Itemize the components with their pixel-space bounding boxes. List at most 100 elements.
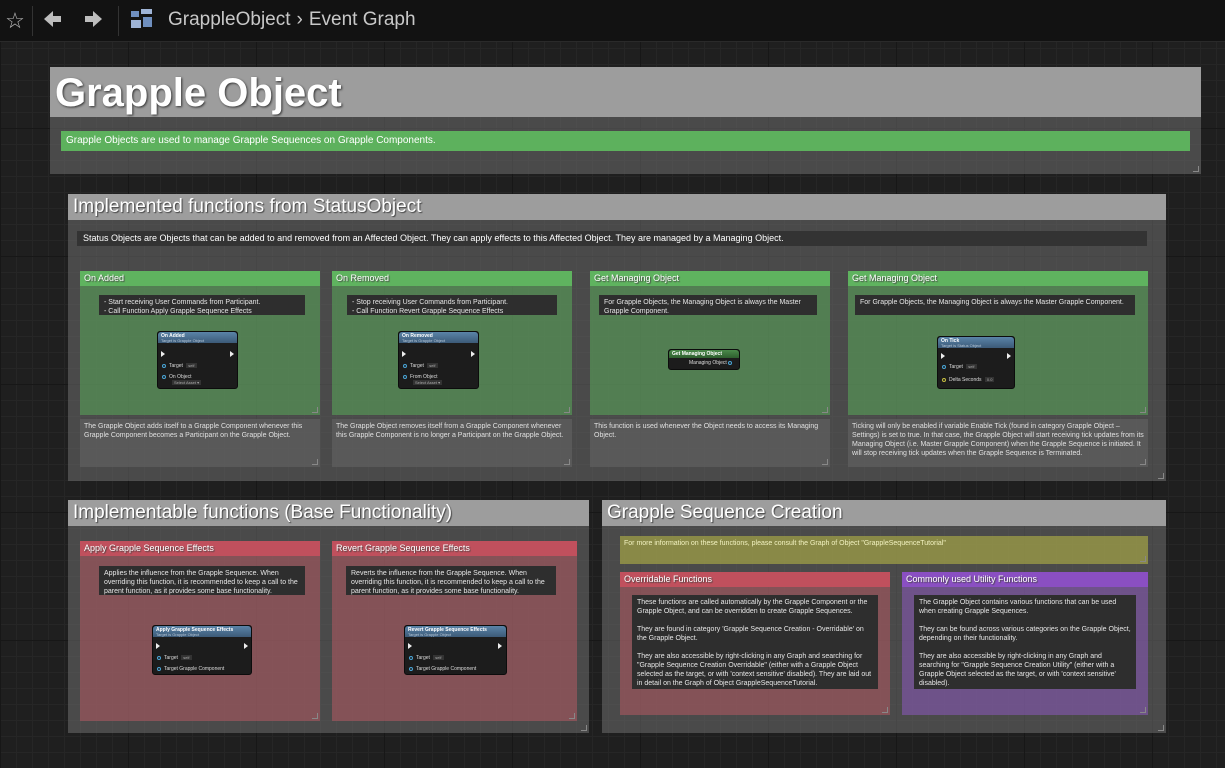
event-node-on-removed[interactable]: On Removed Target is Grapple Object Targe… bbox=[398, 331, 479, 389]
resize-handle[interactable] bbox=[569, 713, 575, 719]
card-revert-grapple-sequence-effects[interactable]: Revert Grapple Sequence Effects Reverts … bbox=[332, 541, 577, 721]
resize-handle[interactable] bbox=[1140, 556, 1146, 562]
resize-handle[interactable] bbox=[1193, 166, 1199, 172]
target-pin[interactable]: Target self bbox=[157, 655, 192, 661]
resize-handle[interactable] bbox=[1140, 459, 1146, 465]
function-node-apply-effects[interactable]: Apply Grapple Sequence Effects Target is … bbox=[152, 625, 252, 675]
resize-handle[interactable] bbox=[312, 459, 318, 465]
function-node-get-managing-object[interactable]: Get Managing Object Managing Object bbox=[668, 349, 740, 370]
note-paragraph: They are found in category 'Grapple Sequ… bbox=[637, 626, 864, 642]
card-on-removed[interactable]: On Removed - Stop receiving User Command… bbox=[332, 271, 572, 415]
node-header: Revert Grapple Sequence Effects Target is… bbox=[405, 626, 506, 637]
resize-handle[interactable] bbox=[1140, 707, 1146, 713]
exec-out-pin[interactable] bbox=[244, 643, 248, 649]
exec-in-pin[interactable] bbox=[408, 643, 412, 649]
card-note: These functions are called automatically… bbox=[632, 595, 878, 689]
card-title: Apply Grapple Sequence Effects bbox=[80, 541, 320, 556]
exec-out-pin[interactable] bbox=[230, 351, 234, 357]
note-line: - Call Function Revert Grapple Sequence … bbox=[352, 308, 504, 315]
card-description: This function is used whenever the Objec… bbox=[594, 423, 819, 439]
target-grapple-component-pin[interactable]: Target Grapple Component bbox=[157, 666, 224, 672]
card-note: Applies the influence from the Grapple S… bbox=[99, 566, 305, 595]
card-desc-box[interactable]: The Grapple Object removes itself from a… bbox=[332, 419, 572, 467]
card-description: Ticking will only be enabled if variable… bbox=[852, 423, 1144, 457]
card-note: - Start receiving User Commands from Par… bbox=[99, 295, 305, 315]
resize-handle[interactable] bbox=[1158, 473, 1164, 479]
exec-in-pin[interactable] bbox=[156, 643, 160, 649]
comment-implementable-functions[interactable]: Implementable functions (Base Functional… bbox=[68, 500, 589, 733]
target-pin[interactable]: Target self bbox=[162, 363, 197, 369]
node-title: Get Managing Object bbox=[672, 351, 723, 357]
card-overridable-functions[interactable]: Overridable Functions These functions ar… bbox=[620, 572, 890, 715]
node-header: On Tick Target is Status Object bbox=[938, 337, 1014, 348]
card-note: Reverts the influence from the Grapple S… bbox=[346, 566, 556, 595]
card-on-tick[interactable]: Get Managing Object For Grapple Objects,… bbox=[848, 271, 1148, 415]
target-pin[interactable]: Target self bbox=[409, 655, 444, 661]
note-paragraph: They are also accessible by right-clicki… bbox=[637, 653, 872, 687]
card-desc-box[interactable]: The Grapple Object adds itself to a Grap… bbox=[80, 419, 320, 467]
note-paragraph: They are also accessible by right-clicki… bbox=[919, 653, 1116, 687]
exec-in-pin[interactable] bbox=[941, 353, 945, 359]
card-desc-box[interactable]: This function is used whenever the Objec… bbox=[590, 419, 830, 467]
exec-out-pin[interactable] bbox=[471, 351, 475, 357]
breadcrumb-current[interactable]: Event Graph bbox=[309, 9, 416, 30]
resize-handle[interactable] bbox=[822, 459, 828, 465]
exec-in-pin[interactable] bbox=[402, 351, 406, 357]
resize-handle[interactable] bbox=[581, 725, 587, 731]
object-pin[interactable]: From Object Select Asset ▾ bbox=[403, 374, 443, 386]
card-get-managing-object[interactable]: Get Managing Object For Grapple Objects,… bbox=[590, 271, 830, 415]
comment-implemented-functions[interactable]: Implemented functions from StatusObject … bbox=[68, 194, 1166, 481]
object-pin[interactable]: On Object Select Asset ▾ bbox=[162, 374, 202, 386]
resize-handle[interactable] bbox=[564, 459, 570, 465]
event-node-on-added[interactable]: On Added Target is Grapple Object Target … bbox=[157, 331, 238, 389]
resize-handle[interactable] bbox=[822, 407, 828, 413]
note-paragraph: They can be found across various categor… bbox=[919, 626, 1131, 642]
node-subtitle: Target is Grapple Object bbox=[402, 338, 446, 343]
card-on-added[interactable]: On Added - Start receiving User Commands… bbox=[80, 271, 320, 415]
yellow-info-box[interactable]: For more information on these functions,… bbox=[620, 536, 1148, 564]
node-subtitle: Target is Grapple Object bbox=[156, 632, 200, 637]
card-note: For Grapple Objects, the Managing Object… bbox=[855, 295, 1135, 315]
resize-handle[interactable] bbox=[882, 707, 888, 713]
resize-handle[interactable] bbox=[564, 407, 570, 413]
star-icon[interactable]: ☆ bbox=[3, 8, 27, 34]
exec-in-pin[interactable] bbox=[161, 351, 165, 357]
comment-grapple-object[interactable]: Grapple Object Grapple Objects are used … bbox=[50, 67, 1201, 174]
resize-handle[interactable] bbox=[1140, 407, 1146, 413]
target-pin[interactable]: Target self bbox=[942, 364, 977, 370]
node-header: Apply Grapple Sequence Effects Target is … bbox=[153, 626, 251, 637]
resize-handle[interactable] bbox=[312, 407, 318, 413]
resize-handle[interactable] bbox=[312, 713, 318, 719]
delta-seconds-pin[interactable]: Delta Seconds 0.0 bbox=[942, 377, 995, 383]
card-title: On Added bbox=[80, 271, 320, 286]
info-note: For more information on these functions,… bbox=[624, 540, 946, 547]
card-utility-functions[interactable]: Commonly used Utility Functions The Grap… bbox=[902, 572, 1148, 715]
comment-title: Implemented functions from StatusObject bbox=[68, 194, 1166, 220]
resize-handle[interactable] bbox=[1158, 725, 1164, 731]
note-paragraph: The Grapple Object contains various func… bbox=[919, 599, 1117, 615]
node-subtitle: Target is Status Object bbox=[941, 343, 982, 348]
event-node-on-tick[interactable]: On Tick Target is Status Object Target se… bbox=[937, 336, 1015, 389]
exec-out-pin[interactable] bbox=[498, 643, 502, 649]
forward-arrow-icon[interactable] bbox=[82, 8, 106, 34]
comment-grapple-sequence-creation[interactable]: Grapple Sequence Creation For more infor… bbox=[602, 500, 1166, 733]
card-description: The Grapple Object adds itself to a Grap… bbox=[84, 423, 303, 439]
comment-title: Grapple Object bbox=[50, 67, 1201, 117]
card-note: The Grapple Object contains various func… bbox=[914, 595, 1136, 689]
toolbar-divider bbox=[118, 6, 119, 36]
note-paragraph: These functions are called automatically… bbox=[637, 599, 868, 615]
card-desc-box[interactable]: Ticking will only be enabled if variable… bbox=[848, 419, 1148, 467]
node-header: Get Managing Object bbox=[669, 350, 739, 358]
card-apply-grapple-sequence-effects[interactable]: Apply Grapple Sequence Effects Applies t… bbox=[80, 541, 320, 721]
target-grapple-component-pin[interactable]: Target Grapple Component bbox=[409, 666, 476, 672]
target-pin[interactable]: Target self bbox=[403, 363, 438, 369]
managing-object-pin[interactable]: Managing Object bbox=[689, 360, 735, 366]
breadcrumb: GrappleObject › Event Graph bbox=[168, 9, 422, 31]
back-arrow-icon[interactable] bbox=[40, 8, 64, 34]
node-subtitle: Target is Grapple Object bbox=[161, 338, 205, 343]
exec-out-pin[interactable] bbox=[1007, 353, 1011, 359]
card-description: The Grapple Object removes itself from a… bbox=[336, 423, 564, 439]
function-node-revert-effects[interactable]: Revert Grapple Sequence Effects Target is… bbox=[404, 625, 507, 675]
node-header: On Added Target is Grapple Object bbox=[158, 332, 237, 343]
breadcrumb-root[interactable]: GrappleObject bbox=[168, 9, 291, 30]
